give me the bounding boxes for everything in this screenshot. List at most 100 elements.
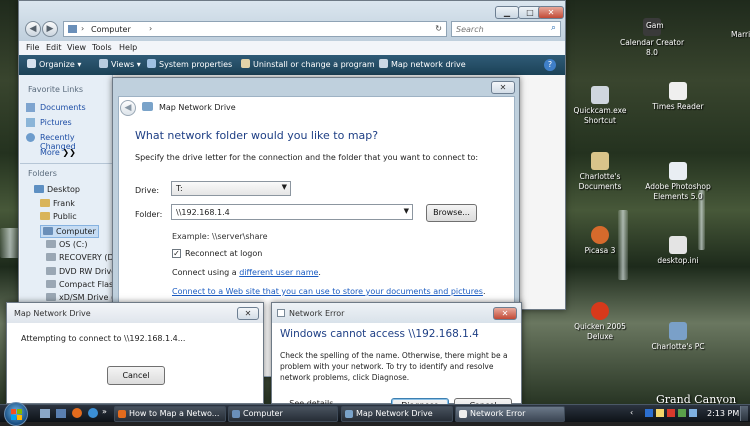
tray-network-icon[interactable]: [656, 409, 664, 417]
newspaper-icon: [669, 82, 687, 100]
connecting-message: Attempting to connect to \\192.168.1.4..…: [21, 334, 186, 343]
minimize-button[interactable]: ▁: [495, 6, 519, 19]
taskbar-item-map-network-drive[interactable]: Map Network Drive: [341, 406, 453, 422]
refresh-icon[interactable]: ↻: [435, 24, 442, 33]
close-button[interactable]: ✕: [493, 307, 517, 320]
tray-app-icon[interactable]: [645, 409, 653, 417]
drive-label: Drive:: [135, 186, 160, 195]
taskbar-item-computer[interactable]: Computer: [228, 406, 338, 422]
cancel-button[interactable]: Cancel: [107, 366, 165, 385]
tray-security-icon[interactable]: [667, 409, 675, 417]
back-button[interactable]: ◀: [25, 21, 41, 37]
tree-item-dvd[interactable]: DVD RW Drive: [46, 267, 112, 276]
desktop-icon-photoshop-elements[interactable]: Adobe Photoshop Elements 5.0: [640, 162, 716, 202]
folder-label: Folder:: [135, 210, 163, 219]
different-user-name-link[interactable]: different user name: [239, 268, 318, 277]
tree-item-xd-sm[interactable]: xD/SM Drive (: [46, 293, 112, 302]
taskbar-item-network-error[interactable]: Network Error: [455, 406, 565, 422]
quicken-icon: [591, 302, 609, 320]
start-button[interactable]: [4, 402, 28, 426]
search-placeholder: Search: [456, 25, 484, 34]
close-button[interactable]: ✕: [491, 81, 515, 94]
dialog-title: Map Network Drive: [159, 103, 236, 112]
pictures-icon: [26, 118, 35, 127]
address-bar[interactable]: › Computer › ↻: [63, 21, 447, 37]
reconnect-checkbox[interactable]: ✓: [172, 249, 181, 258]
fav-link-pictures[interactable]: Pictures: [40, 118, 72, 127]
clock[interactable]: 2:13 PM: [707, 409, 739, 418]
menu-bar: File Edit View Tools Help: [19, 41, 565, 55]
menu-tools[interactable]: Tools: [92, 43, 112, 52]
close-button[interactable]: ✕: [538, 6, 564, 19]
chevron-down-icon[interactable]: ▼: [404, 207, 409, 215]
connecting-dialog: Map Network Drive ✕ Attempting to connec…: [6, 302, 264, 404]
help-icon[interactable]: ?: [544, 59, 556, 71]
tree-item-computer[interactable]: Computer: [40, 225, 99, 238]
tree-item-os-c[interactable]: OS (C:): [46, 240, 87, 249]
quick-launch-icon[interactable]: [88, 408, 98, 418]
folder-combobox[interactable]: \\192.168.1.4 ▼: [171, 204, 413, 220]
taskbar-item-browser[interactable]: How to Map a Netwo...: [114, 406, 226, 422]
tray-update-icon[interactable]: [678, 409, 686, 417]
web-storage-text: Connect to a Web site that you can use t…: [172, 287, 486, 296]
fav-link-documents[interactable]: Documents: [40, 103, 86, 112]
map-network-drive-button[interactable]: Map network drive: [379, 55, 466, 75]
error-heading: Windows cannot access \\192.168.1.4: [280, 328, 479, 340]
firefox-icon[interactable]: [72, 408, 82, 418]
divider: [20, 163, 112, 164]
back-button[interactable]: ◀: [120, 100, 136, 116]
tree-item-frank[interactable]: Frank: [40, 199, 75, 208]
user-folder-icon: [40, 199, 50, 207]
firefox-icon: [118, 410, 126, 418]
tray-expand-icon[interactable]: ‹: [630, 408, 633, 417]
more-link[interactable]: More ❯❯: [40, 148, 76, 157]
desktop-icon-charlottes-pc[interactable]: Charlotte's PC: [640, 322, 716, 352]
menu-help[interactable]: Help: [119, 43, 137, 52]
public-folder-icon: [40, 212, 50, 220]
menu-edit[interactable]: Edit: [46, 43, 62, 52]
network-drive-icon: [142, 102, 153, 111]
forward-button[interactable]: ▶: [42, 21, 58, 37]
menu-file[interactable]: File: [26, 43, 39, 52]
system-properties-button[interactable]: System properties: [147, 55, 232, 75]
connect-text: Connect using a different user name.: [172, 268, 321, 277]
close-button[interactable]: ✕: [237, 307, 259, 320]
drive-select[interactable]: T: ▼: [171, 181, 291, 196]
search-box[interactable]: Search ⌕: [451, 21, 561, 37]
breadcrumb-arrow-icon: ›: [81, 24, 85, 33]
desktop-icon-charlottes-documents[interactable]: Charlotte's Documents: [562, 152, 638, 192]
desktop-icon-times-reader[interactable]: Times Reader: [640, 82, 716, 112]
tree-item-public[interactable]: Public: [40, 212, 77, 221]
desktop-icon-quicken[interactable]: Quicken 2005 Deluxe: [562, 302, 638, 342]
web-storage-link[interactable]: Connect to a Web site that you can use t…: [172, 287, 483, 296]
organize-button[interactable]: Organize ▾: [27, 55, 81, 75]
window-icon: [277, 309, 285, 317]
switch-windows-icon[interactable]: [56, 409, 66, 418]
desktop-icon-desktop-ini[interactable]: desktop.ini: [640, 236, 716, 266]
uninstall-program-button[interactable]: Uninstall or change a program: [241, 55, 375, 75]
chevron-down-icon: ▼: [281, 183, 287, 191]
tree-item-recovery[interactable]: RECOVERY (D:): [46, 253, 112, 262]
partial-icon-label: Gam: [646, 21, 664, 30]
desktop-icon-picasa[interactable]: Picasa 3: [562, 226, 638, 256]
dvd-drive-icon: [46, 267, 56, 275]
desktop-icon-quickcam[interactable]: Quickcam.exe Shortcut: [562, 86, 638, 126]
tree-item-desktop[interactable]: Desktop: [34, 185, 80, 194]
folder-icon: [591, 152, 609, 170]
views-button[interactable]: Views ▾: [99, 55, 141, 75]
menu-view[interactable]: View: [67, 43, 86, 52]
quick-launch-overflow-icon[interactable]: »: [102, 407, 110, 420]
reconnect-label[interactable]: Reconnect at logon: [185, 249, 262, 258]
show-desktop-icon[interactable]: [40, 409, 50, 418]
search-icon[interactable]: ⌕: [551, 23, 556, 33]
show-desktop-button[interactable]: [740, 406, 748, 421]
browse-button[interactable]: Browse...: [426, 204, 477, 222]
card-reader-icon: [46, 280, 56, 288]
tray-volume-icon[interactable]: [689, 409, 697, 417]
folders-header[interactable]: Folders: [28, 169, 57, 178]
system-properties-icon: [147, 59, 156, 68]
window-icon: [459, 410, 467, 418]
tree-item-compact-flash[interactable]: Compact Flash: [46, 280, 112, 289]
hard-drive-icon: [46, 240, 56, 248]
desktop-icon: [34, 185, 44, 193]
